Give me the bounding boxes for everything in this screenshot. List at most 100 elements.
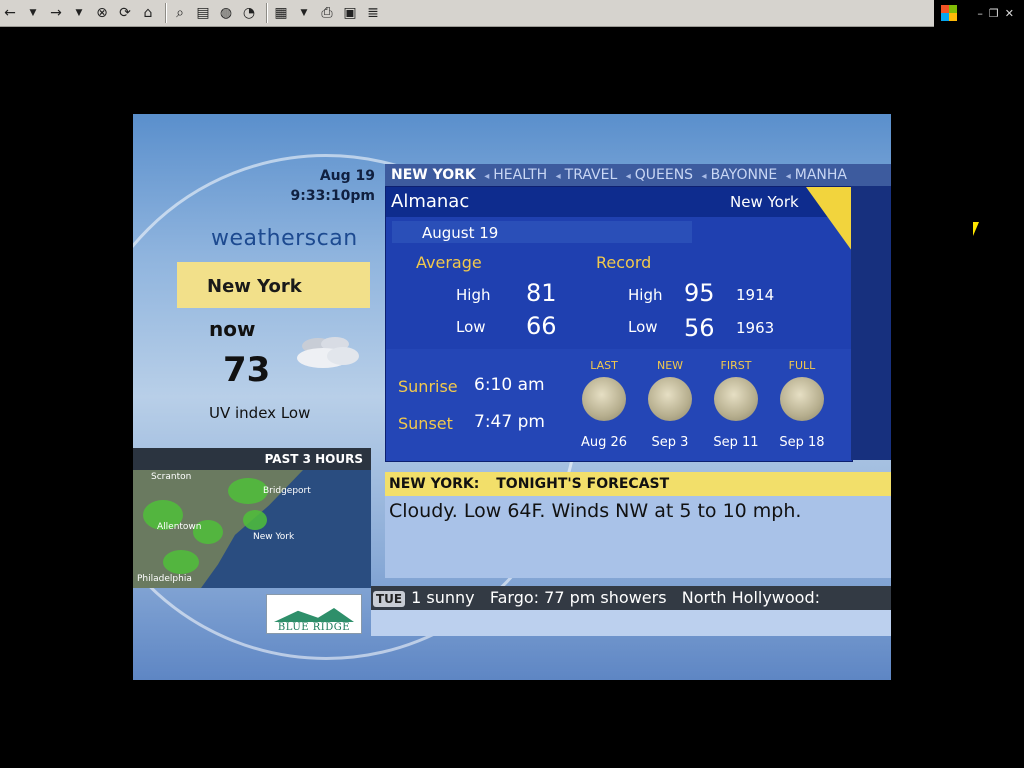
uv-index: UV index Low (209, 404, 311, 422)
sponsor-logo: BLUE RIDGE (266, 594, 362, 634)
print-icon[interactable]: ⎙ (317, 3, 337, 23)
bottom-bar (371, 610, 891, 636)
satellite-icon[interactable]: ◔ (239, 3, 259, 23)
page-icon[interactable]: ▦ (271, 3, 291, 23)
record-label: Record (596, 253, 652, 272)
moon-last-icon (582, 377, 626, 421)
city-crawl: NEW YORK ◂ HEALTH ◂ TRAVEL ◂ QUEENS ◂ BAYONN… (385, 164, 891, 186)
stop-icon[interactable]: ⊗ (92, 3, 112, 23)
moon-new-icon (648, 377, 692, 421)
current-time: 9:33:10pm (290, 188, 375, 204)
current-temperature: 73 (223, 350, 271, 390)
back-arrow-icon[interactable]: ← (0, 3, 20, 23)
toolbar-divider (165, 3, 166, 23)
crawl-separator-icon: ◂ (785, 171, 791, 182)
average-label: Average (416, 253, 482, 272)
avg-high-label: High (456, 286, 491, 304)
weatherscan-screen: Aug 19 9:33:10pm weatherscan New York no… (133, 114, 891, 680)
moon-first-icon (714, 377, 758, 421)
mouse-cursor-icon (973, 222, 985, 236)
map-label: New York (253, 532, 295, 542)
crawl-item: HEALTH (493, 167, 548, 183)
map-label: Allentown (157, 522, 202, 532)
globe-icon[interactable]: ◍ (216, 3, 236, 23)
radar-precip (228, 478, 268, 504)
moon-date: Aug 26 (580, 435, 628, 450)
page-menu-chevron-icon[interactable]: ▼ (294, 3, 314, 23)
radar-map: Scranton Bridgeport Allentown New York P… (133, 470, 371, 588)
folder-icon[interactable]: ▤ (193, 3, 213, 23)
crawl-item: QUEENS (634, 167, 694, 183)
forecast-header: NEW YORK: TONIGHT'S FORECAST (385, 472, 891, 496)
rec-low-label: Low (628, 318, 658, 336)
rec-high-year: 1914 (736, 286, 775, 304)
sponsor-logo-text: BLUE RIDGE (277, 622, 351, 633)
crawl-separator-icon: ◂ (625, 171, 631, 182)
crawl-item: BAYONNE (710, 167, 778, 183)
moon-date: Sep 18 (779, 435, 825, 450)
sun-moon-section: Sunrise 6:10 am Sunset 7:47 pm LAST Aug … (386, 349, 852, 461)
sunrise-time: 6:10 am (474, 375, 545, 395)
forecast-title: TONIGHT'S FORECAST (496, 476, 670, 492)
avg-low-value: 66 (526, 312, 557, 340)
city-name: New York (207, 276, 302, 297)
almanac-title: Almanac (391, 191, 470, 212)
crawl-separator-icon: ◂ (555, 171, 561, 182)
map-label: Bridgeport (263, 486, 311, 496)
radar-precip (243, 510, 267, 530)
refresh-icon[interactable]: ⟳ (115, 3, 135, 23)
radar-title: PAST 3 HOURS (133, 448, 371, 470)
crawl-item: MANHA (794, 167, 847, 183)
forward-menu-chevron-icon[interactable]: ▼ (69, 3, 89, 23)
avg-low-label: Low (456, 318, 486, 336)
forecast-city: NEW YORK: (389, 476, 480, 492)
browser-toolbar: ← ▼ → ▼ ⊗ ⟳ ⌂ ⌕ ▤ ◍ ◔ ▦ ▼ ⎙ ▣ ≣ (0, 0, 934, 27)
day-tag: TUE (373, 590, 406, 607)
panel-edge (851, 186, 891, 460)
date-time: Aug 19 9:33:10pm (290, 166, 375, 206)
moon-phase-label: FULL (788, 359, 816, 372)
moon-date: Sep 11 (713, 435, 759, 450)
rec-low-year: 1963 (736, 319, 775, 337)
moon-date: Sep 3 (651, 435, 689, 450)
decorative-corner (806, 187, 852, 251)
crawl-text: 1 sunny Fargo: 77 pm showers North Holly… (411, 588, 821, 607)
almanac-panel: Almanac New York August 19 Average Recor… (385, 186, 853, 462)
crawl-separator-icon: ◂ (701, 171, 707, 182)
almanac-date: August 19 (422, 224, 499, 242)
crawl-current-city: NEW YORK (391, 167, 476, 183)
radar-precip (163, 550, 199, 574)
map-label: Philadelphia (137, 574, 192, 584)
toolbar-divider (266, 3, 267, 23)
sunset-time: 7:47 pm (474, 412, 545, 432)
avg-high-value: 81 (526, 279, 557, 307)
restore-icon[interactable]: ❐ (989, 7, 999, 20)
crawl-separator-icon: ◂ (484, 171, 490, 182)
sunrise-label: Sunrise (398, 377, 458, 396)
rec-low-value: 56 (684, 314, 715, 342)
bottom-crawl: TUE 1 sunny Fargo: 77 pm showers North Ho… (371, 586, 891, 610)
monitor-icon[interactable]: ▣ (340, 3, 360, 23)
now-label: now (209, 317, 256, 341)
home-icon[interactable]: ⌂ (138, 3, 158, 23)
crawl-item: TRAVEL (564, 167, 618, 183)
moon-phase-label: FIRST (720, 359, 752, 372)
forward-arrow-icon[interactable]: → (46, 3, 66, 23)
sunset-label: Sunset (398, 414, 453, 433)
notes-icon[interactable]: ≣ (363, 3, 383, 23)
moon-full-icon (780, 377, 824, 421)
rec-high-value: 95 (684, 279, 715, 307)
search-icon[interactable]: ⌕ (170, 3, 190, 23)
mountain-logo-icon (274, 608, 354, 622)
moon-phase-label: NEW (656, 359, 684, 372)
cloudy-icon (297, 337, 359, 368)
back-menu-chevron-icon[interactable]: ▼ (23, 3, 43, 23)
moon-phase-label: LAST (590, 359, 618, 372)
close-icon[interactable]: ✕ (1005, 7, 1014, 20)
brand-logo: weatherscan (211, 226, 358, 251)
rec-high-label: High (628, 286, 663, 304)
windows-logo-icon[interactable] (941, 5, 958, 21)
map-label: Scranton (151, 472, 192, 482)
minimize-icon[interactable]: – (977, 7, 983, 20)
forecast-text: Cloudy. Low 64F. Winds NW at 5 to 10 mph… (389, 500, 802, 522)
